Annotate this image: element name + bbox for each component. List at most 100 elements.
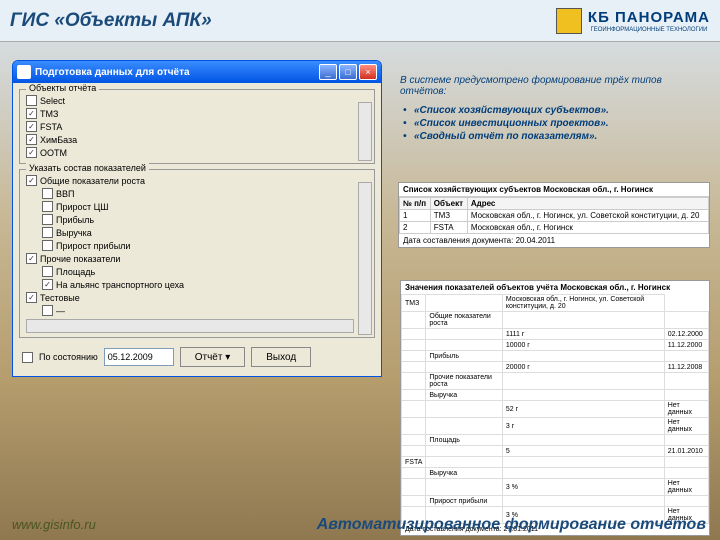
checkbox-label: Площадь — [56, 267, 95, 277]
checkbox-label: — — [56, 306, 65, 316]
objects-group: Объекты отчёта Select✓ТМЗ✓FSTA✓ХимБаза✓О… — [19, 89, 375, 164]
table-row: 2FSTAМосковская обл., г. Ногинск — [400, 222, 709, 234]
indicators-group-label: Указать состав показателей — [26, 163, 149, 173]
checkbox-label: Прибыль — [56, 215, 94, 225]
checkbox[interactable]: ✓ — [26, 175, 37, 186]
checkbox-label: Выручка — [56, 228, 92, 238]
app-header: ГИС «Объекты АПК» КБ ПАНОРАМА ГЕОИНФОРМА… — [0, 0, 720, 42]
close-button[interactable]: × — [359, 64, 377, 80]
brand-logo: КБ ПАНОРАМА ГЕОИНФОРМАЦИОННЫЕ ТЕХНОЛОГИИ — [556, 8, 710, 34]
report-dialog: Подготовка данных для отчёта _ □ × Объек… — [12, 60, 382, 377]
brand-name: КБ ПАНОРАМА — [588, 9, 710, 26]
disclosure-label: По состоянию — [39, 352, 98, 362]
table-row: 1ТМЗМосковская обл., г. Ногинск, ул. Сов… — [400, 210, 709, 222]
page-footer: Автоматизированное формирование отчетов — [317, 516, 706, 534]
checkbox-row[interactable]: ✓ТМЗ — [26, 107, 354, 120]
checkbox[interactable] — [42, 227, 53, 238]
indicators-group: Указать состав показателей ✓Общие показа… — [19, 169, 375, 338]
table-header: Адрес — [467, 198, 708, 210]
scrollbar-vertical[interactable] — [358, 182, 372, 335]
checkbox-row[interactable]: ✓Тестовые — [26, 291, 354, 304]
scrollbar-vertical[interactable] — [358, 102, 372, 161]
app-title: ГИС «Объекты АПК» — [10, 10, 212, 32]
checkbox-row[interactable]: Прибыль — [26, 213, 354, 226]
report2-title: Значения показателей объектов учёта Моск… — [401, 281, 709, 294]
checkbox-label: ХимБаза — [40, 135, 77, 145]
table-row: Выручка — [402, 390, 709, 401]
checkbox-row[interactable]: Select — [26, 94, 354, 107]
checkbox-label: Тестовые — [40, 293, 80, 303]
checkbox-label: Общие показатели роста — [40, 176, 145, 186]
checkbox[interactable]: ✓ — [26, 121, 37, 132]
checkbox[interactable] — [42, 201, 53, 212]
exit-button[interactable]: Выход — [251, 347, 311, 367]
checkbox[interactable]: ✓ — [26, 292, 37, 303]
report1-title: Список хозяйствующих субъектов Московска… — [399, 183, 709, 197]
report-button[interactable]: Отчёт ▾ — [180, 347, 246, 367]
checkbox-row[interactable]: Площадь — [26, 265, 354, 278]
logo-icon — [556, 8, 582, 34]
checkbox[interactable]: ✓ — [42, 279, 53, 290]
table-row: Общие показатели роста — [402, 312, 709, 329]
table-row: Прочие показатели роста — [402, 373, 709, 390]
checkbox-label: ООТМ — [40, 148, 67, 158]
table-row: ТМЗМосковская обл., г. Ногинск, ул. Сове… — [402, 295, 709, 312]
info-item: «Сводный отчёт по показателям». — [400, 131, 710, 142]
maximize-button[interactable]: □ — [339, 64, 357, 80]
checkbox[interactable] — [42, 305, 53, 316]
checkbox-row[interactable]: ✓FSTA — [26, 120, 354, 133]
info-text: В системе предусмотрено формирование трё… — [400, 75, 710, 144]
table-row: Прирост прибыли — [402, 496, 709, 507]
checkbox-row[interactable]: Выручка — [26, 226, 354, 239]
checkbox-label: На альянс транспортного цеха — [56, 280, 184, 290]
window-icon — [17, 65, 31, 79]
checkbox[interactable] — [42, 214, 53, 225]
checkbox[interactable]: ✓ — [26, 253, 37, 264]
info-intro: В системе предусмотрено формирование трё… — [400, 75, 710, 97]
report-indicators-table: Значения показателей объектов учёта Моск… — [400, 280, 710, 536]
table-row: 1111 г02.12.2000 — [402, 329, 709, 340]
checkbox-row[interactable]: ВВП — [26, 187, 354, 200]
objects-group-label: Объекты отчёта — [26, 83, 99, 93]
date-input[interactable] — [104, 348, 174, 366]
site-url: www.gisinfo.ru — [12, 517, 96, 532]
titlebar[interactable]: Подготовка данных для отчёта _ □ × — [13, 61, 381, 83]
table-row: 3 гНет данных — [402, 418, 709, 435]
checkbox-row[interactable]: — — [26, 304, 354, 317]
table-row: 521.01.2010 — [402, 446, 709, 457]
table-header: Объект — [430, 198, 467, 210]
checkbox[interactable] — [26, 95, 37, 106]
table-row: 20000 г11.12.2008 — [402, 362, 709, 373]
table-row: Выручка — [402, 468, 709, 479]
checkbox-row[interactable]: ✓Общие показатели роста — [26, 174, 354, 187]
checkbox-row[interactable]: ✓ООТМ — [26, 146, 354, 159]
checkbox-label: Прирост прибыли — [56, 241, 130, 251]
table-header: № п/п — [400, 198, 431, 210]
checkbox-label: Прочие показатели — [40, 254, 120, 264]
table-row: 3 %Нет данных — [402, 479, 709, 496]
window-title: Подготовка данных для отчёта — [35, 67, 190, 78]
scrollbar-horizontal[interactable] — [26, 319, 354, 333]
checkbox-row[interactable]: ✓На альянс транспортного цеха — [26, 278, 354, 291]
brand-sub: ГЕОИНФОРМАЦИОННЫЕ ТЕХНОЛОГИИ — [588, 27, 710, 33]
checkbox[interactable]: ✓ — [26, 108, 37, 119]
info-item: «Список хозяйствующих субъектов». — [400, 105, 710, 116]
minimize-button[interactable]: _ — [319, 64, 337, 80]
checkbox-row[interactable]: Прирост ЦШ — [26, 200, 354, 213]
checkbox-label: Select — [40, 96, 65, 106]
checkbox-row[interactable]: Прирост прибыли — [26, 239, 354, 252]
checkbox[interactable] — [42, 240, 53, 251]
checkbox-label: Прирост ЦШ — [56, 202, 109, 212]
checkbox[interactable] — [42, 188, 53, 199]
checkbox[interactable]: ✓ — [26, 147, 37, 158]
disclosure-checkbox[interactable] — [22, 352, 33, 363]
info-item: «Список инвестиционных проектов». — [400, 118, 710, 129]
table-row: 10000 г11.12.2000 — [402, 340, 709, 351]
table-row: FSTA — [402, 457, 709, 468]
checkbox-row[interactable]: ✓ХимБаза — [26, 133, 354, 146]
table-row: Прибыль — [402, 351, 709, 362]
report-subjects-table: Список хозяйствующих субъектов Московска… — [398, 182, 710, 248]
checkbox[interactable] — [42, 266, 53, 277]
checkbox-row[interactable]: ✓Прочие показатели — [26, 252, 354, 265]
checkbox[interactable]: ✓ — [26, 134, 37, 145]
